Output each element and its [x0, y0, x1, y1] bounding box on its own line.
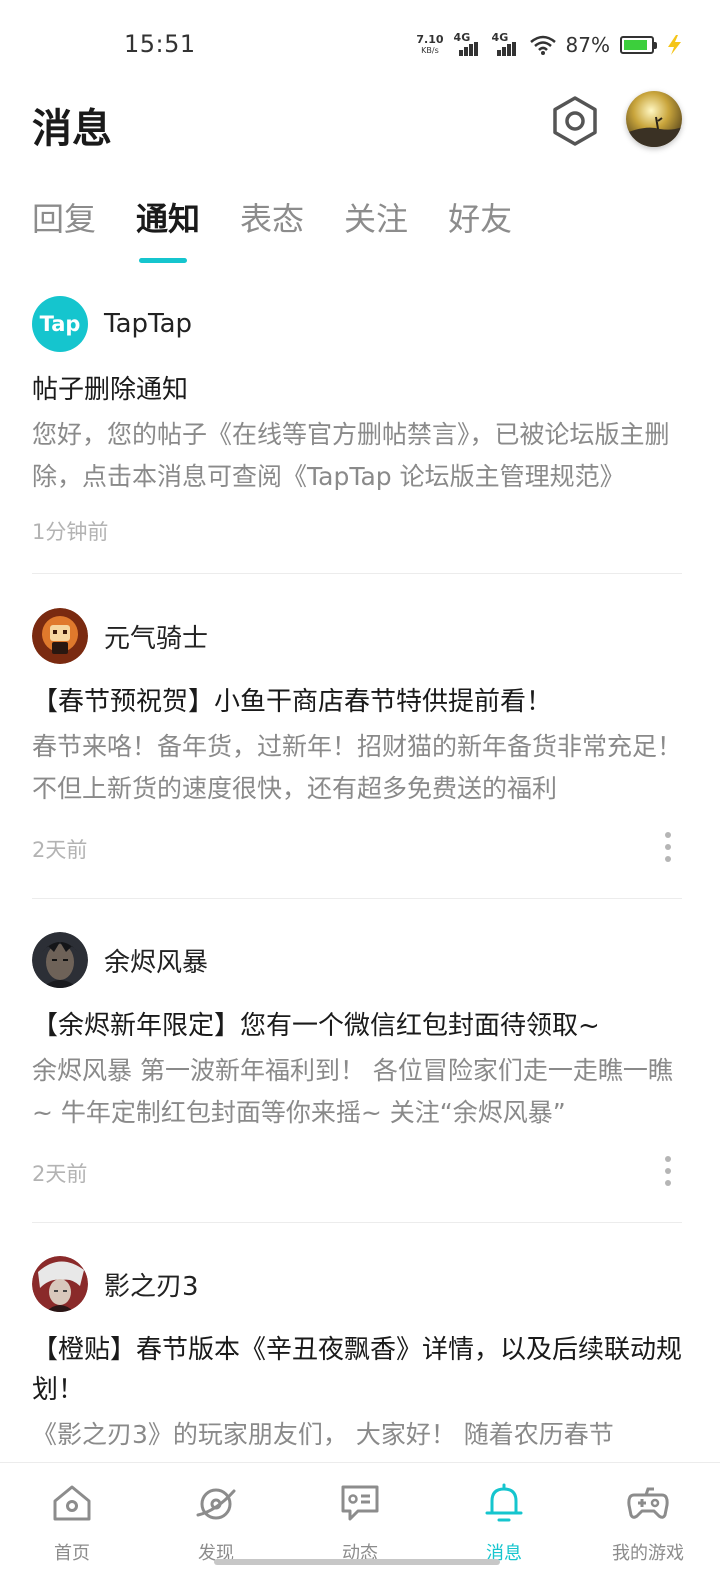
taptap-logo: Tap	[32, 296, 88, 352]
tab-notice[interactable]: 通知	[136, 196, 200, 266]
notification-title: 【橙贴】春节版本《辛丑夜飘香》详情，以及后续联动规划！	[32, 1335, 683, 1405]
status-indicators: 7.10 KB/s 4G 4G 87%	[416, 30, 684, 60]
notification-source: 余烬风暴	[104, 947, 209, 978]
tab-friends[interactable]: 好友	[448, 196, 512, 266]
divider	[32, 898, 682, 899]
page-title: 消息	[32, 106, 112, 152]
tab-follow[interactable]: 关注	[344, 196, 408, 266]
game-avatar-blade3	[32, 1256, 88, 1312]
divider	[32, 573, 682, 574]
notification-body: 《影之刃3》的玩家朋友们， 大家好！ 随着农历春节	[32, 1420, 614, 1449]
nav-label: 我的游戏	[612, 1543, 684, 1564]
notification-source: 影之刃3	[104, 1271, 199, 1302]
status-bar: 15:51 7.10 KB/s 4G 4G 87%	[0, 0, 720, 88]
notification-item[interactable]: 余烬风暴 【余烬新年限定】您有一个微信红包封面待领取~ 余烬风暴 第一波新年福利…	[32, 930, 682, 1190]
notification-title: 帖子删除通知	[32, 375, 189, 405]
notification-header: 元气骑士	[32, 606, 682, 666]
feed-chat-icon	[341, 1485, 379, 1521]
notification-header: Tap TapTap	[32, 294, 682, 354]
taptap-logo-text: Tap	[39, 312, 81, 336]
divider	[32, 1222, 682, 1223]
notification-time: 2天前	[32, 838, 88, 862]
game-avatar-ember-storm	[32, 932, 88, 988]
signal-type-label: 4G	[491, 31, 509, 44]
battery-percent: 87%	[565, 33, 610, 57]
network-speed-value: 7.10	[416, 33, 444, 46]
nav-label: 首页	[54, 1543, 90, 1564]
more-options-icon[interactable]	[662, 832, 674, 862]
notification-tabs: 回复 通知 表态 关注 好友	[32, 196, 512, 266]
battery-icon	[620, 36, 657, 54]
settings-button[interactable]	[548, 94, 602, 148]
bottom-navigation: 首页 发现 动态 消息 我的游戏	[0, 1462, 720, 1584]
user-avatar[interactable]	[626, 91, 682, 147]
gamepad-icon	[627, 1487, 669, 1519]
battery-fill	[624, 40, 647, 50]
notification-body: 春节来咯！备年货，过新年！招财猫的新年备货非常充足！不但上新货的速度很快，还有超…	[32, 732, 682, 803]
signal-type-label: 4G	[453, 31, 471, 44]
home-icon	[53, 1485, 91, 1521]
cell-signal-icon: 4G	[453, 31, 482, 56]
wifi-icon	[529, 35, 556, 55]
nav-discover[interactable]: 发现	[144, 1463, 288, 1584]
soul-knight-avatar-image	[32, 608, 88, 664]
notification-header: 影之刃3	[32, 1254, 682, 1314]
notification-item[interactable]: 元气骑士 【春节预祝贺】小鱼干商店春节特供提前看！ 春节来咯！备年货，过新年！招…	[32, 606, 682, 866]
hexagon-settings-icon	[553, 96, 597, 146]
nav-messages[interactable]: 消息	[432, 1463, 576, 1584]
nav-my-games[interactable]: 我的游戏	[576, 1463, 720, 1584]
notification-source: TapTap	[104, 309, 193, 339]
network-speed-unit: KB/s	[421, 46, 439, 55]
game-avatar-soul-knight	[32, 608, 88, 664]
status-time: 15:51	[124, 30, 196, 58]
ember-storm-avatar-image	[32, 932, 88, 988]
nav-home[interactable]: 首页	[0, 1463, 144, 1584]
notification-title: 【余烬新年限定】您有一个微信红包封面待领取~	[32, 1011, 600, 1041]
bell-icon	[485, 1483, 523, 1522]
notification-body: 余烬风暴 第一波新年福利到！ 各位冒险家们走一走瞧一瞧~ 牛年定制红包封面等你来…	[32, 1056, 673, 1127]
notification-item[interactable]: 影之刃3 【橙贴】春节版本《辛丑夜飘香》详情，以及后续联动规划！ 《影之刃3》的…	[32, 1254, 682, 1464]
notification-item[interactable]: Tap TapTap 帖子删除通知 您好，您的帖子《在线等官方删帖禁言》，已被论…	[32, 294, 682, 544]
notification-source: 元气骑士	[104, 623, 209, 654]
cell-signal-icon: 4G	[491, 31, 520, 56]
notification-header: 余烬风暴	[32, 930, 682, 990]
charging-bolt-icon	[668, 35, 681, 55]
notification-title: 【春节预祝贺】小鱼干商店春节特供提前看！	[32, 687, 553, 717]
blade3-avatar-image	[32, 1256, 88, 1312]
network-speed: 7.10 KB/s	[416, 34, 443, 56]
more-options-icon[interactable]	[662, 1156, 674, 1186]
nav-feed[interactable]: 动态	[288, 1463, 432, 1584]
notification-time: 1分钟前	[32, 520, 109, 544]
notification-body: 您好，您的帖子《在线等官方删帖禁言》，已被论坛版主删除，点击本消息可查阅《Tap…	[32, 420, 670, 491]
discover-planet-icon	[196, 1488, 236, 1520]
home-gesture-bar[interactable]	[214, 1559, 500, 1565]
tab-reaction[interactable]: 表态	[240, 196, 304, 266]
tab-active-indicator	[139, 258, 187, 263]
avatar-image	[626, 91, 682, 147]
notification-time: 2天前	[32, 1162, 88, 1186]
tab-reply[interactable]: 回复	[32, 196, 96, 266]
